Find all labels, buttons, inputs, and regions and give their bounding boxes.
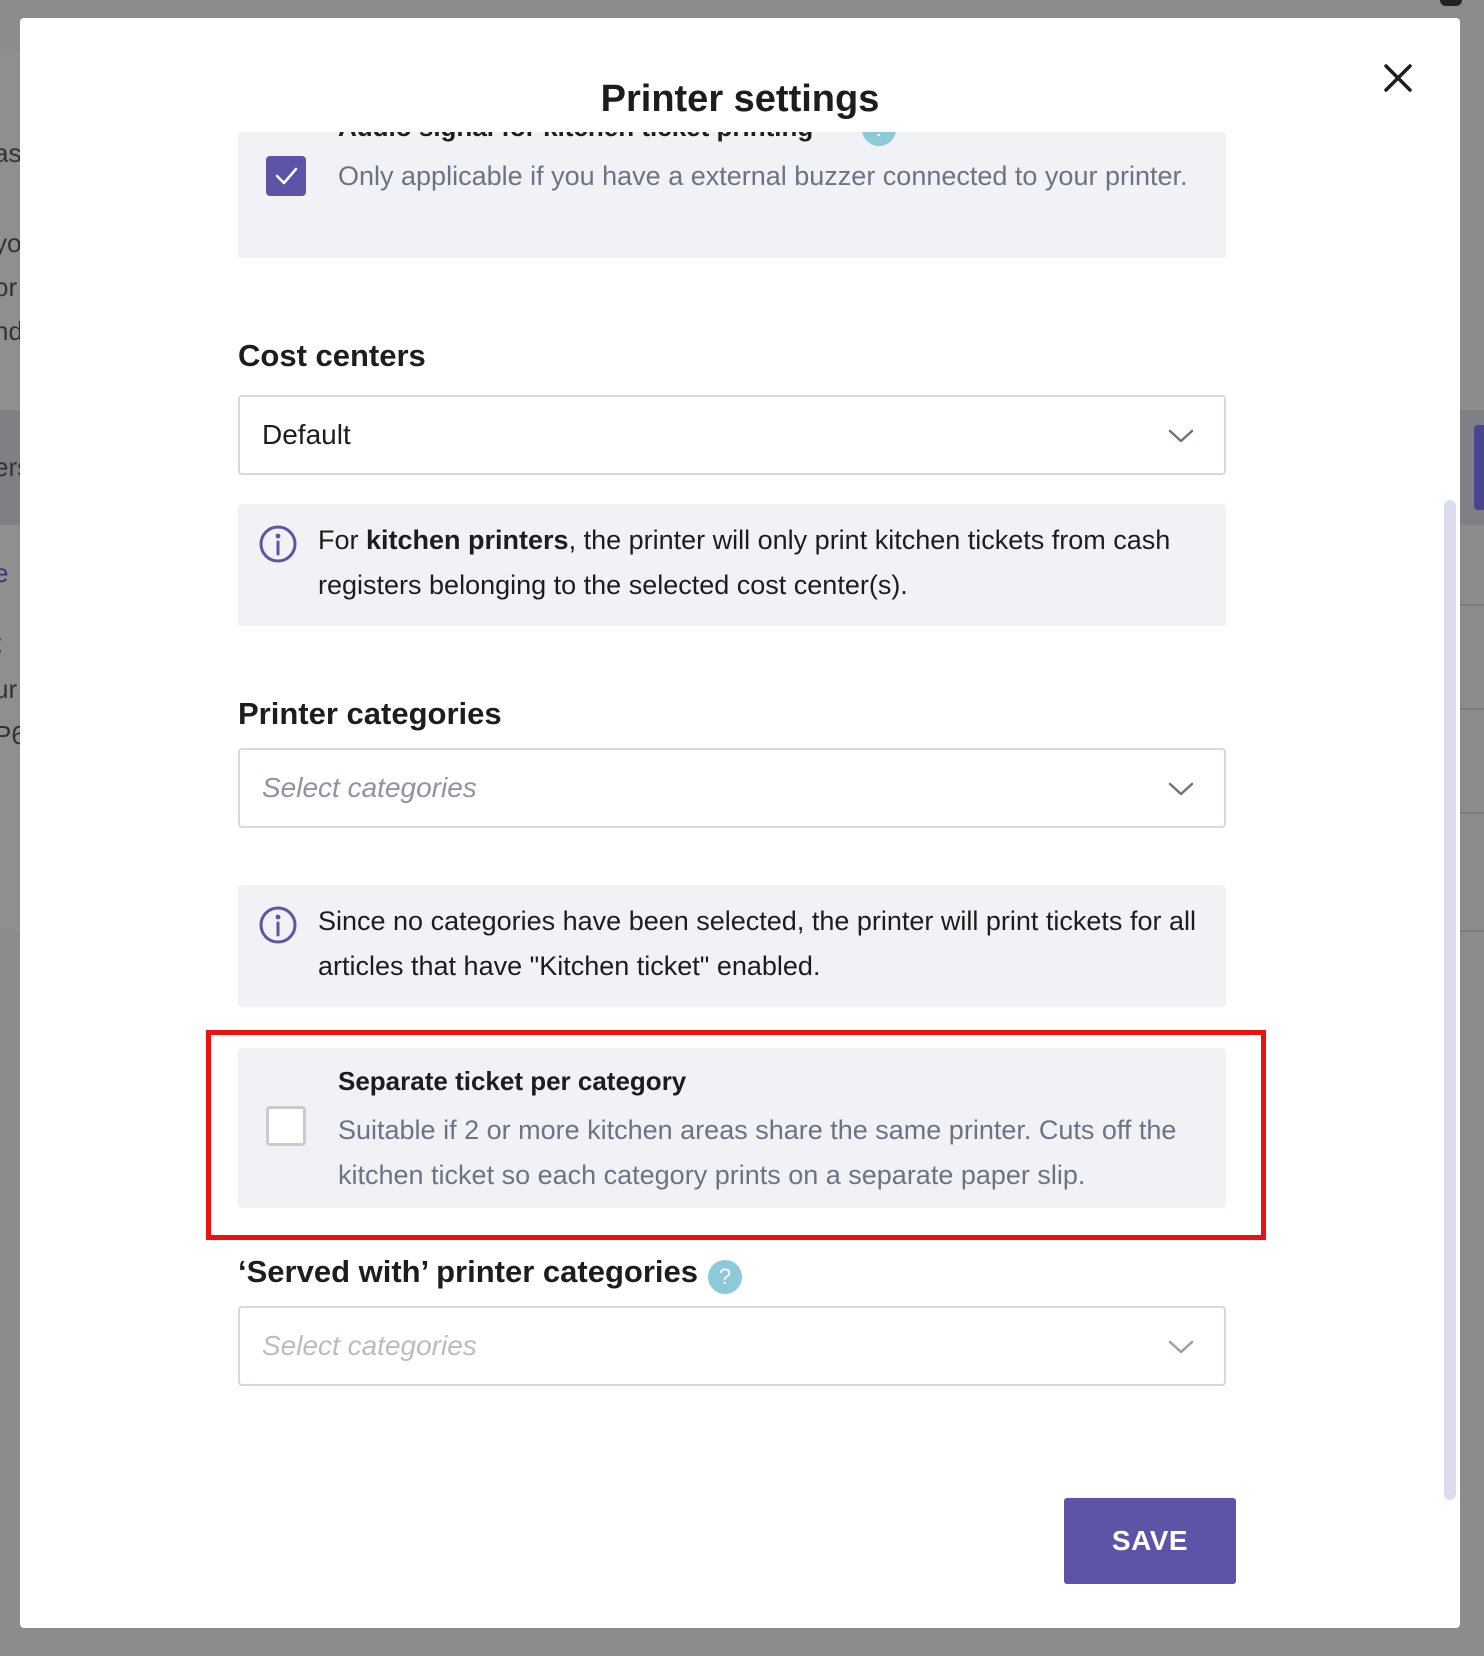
audio-signal-checkbox[interactable] xyxy=(266,156,306,196)
served-with-label: ‘Served with’ printer categories xyxy=(238,1254,698,1289)
info-icon xyxy=(259,525,297,563)
background-text: ur xyxy=(0,674,18,704)
printer-categories-select[interactable]: Select categories xyxy=(238,748,1226,828)
option-description: Only applicable if you have a external b… xyxy=(338,161,1188,191)
info-text-prefix: For xyxy=(318,525,367,555)
audio-signal-option: Audio signal for kitchen ticket printing… xyxy=(238,132,1226,258)
info-text-bold: kitchen printers xyxy=(366,525,569,555)
printer-categories-label: Printer categories xyxy=(238,696,502,731)
cost-centers-select[interactable]: Default xyxy=(238,395,1226,475)
cost-centers-info: For kitchen printers, the printer will o… xyxy=(238,504,1226,626)
select-placeholder: Select categories xyxy=(262,1330,477,1361)
background-text: e xyxy=(0,558,9,588)
info-icon xyxy=(259,906,297,944)
help-icon[interactable]: ? xyxy=(708,1260,742,1294)
background-scroll-handle xyxy=(1474,425,1484,510)
help-icon[interactable]: ? xyxy=(862,132,896,146)
save-button[interactable]: SAVE xyxy=(1064,1498,1236,1584)
printer-settings-modal: Printer settings Audio signal for kitche… xyxy=(20,18,1460,1628)
cost-centers-label: Cost centers xyxy=(238,338,426,373)
highlight-box xyxy=(206,1030,1266,1240)
chevron-down-icon xyxy=(1168,1340,1194,1354)
background-text: or xyxy=(0,272,18,302)
modal-scrollbar[interactable] xyxy=(1444,500,1456,1500)
background-text: yo xyxy=(0,228,22,258)
info-text: For kitchen printers, the printer will o… xyxy=(318,518,1198,608)
checkmark-icon xyxy=(275,167,298,185)
bell-icon xyxy=(1440,0,1462,6)
background-text: as xyxy=(0,138,22,168)
close-icon xyxy=(1384,64,1412,92)
background-divider xyxy=(1460,812,1484,814)
printer-categories-info: Since no categories have been selected, … xyxy=(238,885,1226,1007)
info-text: Since no categories have been selected, … xyxy=(318,906,1196,981)
background-text: t xyxy=(0,628,1,659)
served-with-select[interactable]: Select categories xyxy=(238,1306,1226,1386)
chevron-down-icon xyxy=(1168,429,1194,443)
modal-title: Printer settings xyxy=(600,78,880,120)
select-value: Default xyxy=(262,419,351,450)
close-button[interactable] xyxy=(1378,58,1418,98)
select-placeholder: Select categories xyxy=(262,772,477,803)
option-title: Audio signal for kitchen ticket printing xyxy=(338,132,813,143)
chevron-down-icon xyxy=(1168,782,1194,796)
background-divider xyxy=(1460,708,1484,710)
background-divider xyxy=(1460,604,1484,606)
background-divider xyxy=(1460,930,1484,932)
